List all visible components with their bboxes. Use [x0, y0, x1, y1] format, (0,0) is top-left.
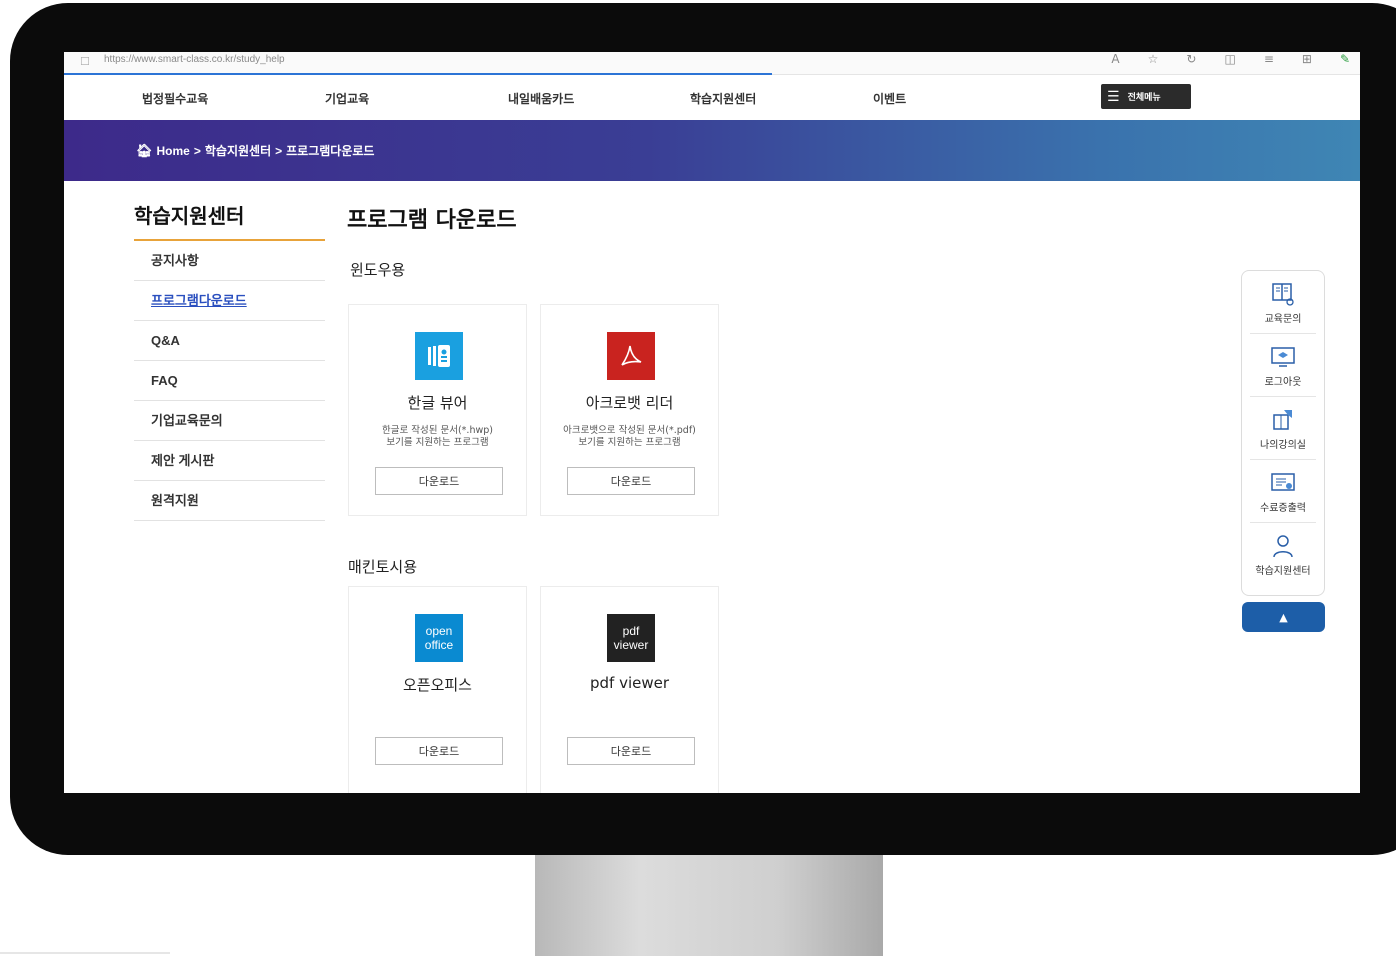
logo-text: viewer — [613, 638, 649, 652]
sidebar-item-qna[interactable]: Q&A — [134, 321, 325, 361]
sidebar-item-corporate-inquiry[interactable]: 기업교육문의 — [134, 401, 325, 441]
refresh-icon[interactable]: ↻ — [1186, 52, 1196, 66]
logo-text: open — [425, 624, 453, 638]
program-name: 아크로뱃 리더 — [585, 394, 674, 412]
program-name: 오픈오피스 — [402, 676, 472, 694]
section-title-mac: 매킨토시용 — [348, 558, 418, 576]
program-card-pdf-viewer: pdf viewer pdf viewer 다운로드 — [540, 586, 719, 793]
sub-banner: 🏠︎ Home > 학습지원센터 > 프로그램다운로드 — [64, 120, 1360, 181]
quick-item-my-classroom[interactable]: 나의강의실 — [1250, 397, 1316, 460]
logo-text: pdf — [622, 624, 640, 638]
person-icon — [1273, 535, 1293, 558]
quick-item-logout[interactable]: 로그아웃 — [1250, 334, 1316, 397]
gnb-item-support-center[interactable]: 학습지원센터 — [690, 90, 756, 107]
program-name: 한글 뷰어 — [407, 394, 468, 412]
floor-shadow — [0, 952, 170, 954]
gnb-item-legal-education[interactable]: 법정필수교육 — [142, 90, 208, 107]
program-description: 한글로 작성된 문서(*.hwp) 보기를 지원하는 프로그램 — [349, 425, 526, 449]
description-line: 아크로뱃으로 작성된 문서(*.pdf) — [563, 425, 696, 436]
description-line: 보기를 지원하는 프로그램 — [578, 437, 681, 448]
quick-item-education-inquiry[interactable]: 교육문의 — [1250, 271, 1316, 334]
breadcrumb-separator: > — [275, 143, 283, 158]
sidebar-item-notice[interactable]: 공지사항 — [134, 241, 325, 281]
quick-item-certificate[interactable]: 수료증출력 — [1250, 460, 1316, 523]
quick-item-label: 학습지원센터 — [1255, 566, 1311, 577]
browser-toolbar-icons: A ☆ ↻ ◫ ≡ ⊞ ✎ — [1111, 52, 1350, 66]
sidebar-item-program-download[interactable]: 프로그램다운로드 — [134, 281, 325, 321]
hwp-viewer-icon — [415, 332, 463, 380]
gnb-item-learning-card[interactable]: 내일배움카드 — [508, 90, 574, 107]
read-aloud-icon[interactable]: A — [1111, 52, 1119, 66]
quick-item-label: 수료증출력 — [1260, 503, 1306, 514]
split-screen-icon[interactable]: ◫ — [1224, 52, 1235, 66]
quick-menu: 교육문의 로그아웃 나의강의실 수료증출력 학습지원센터 — [1241, 270, 1325, 596]
favorite-star-icon[interactable]: ☆ — [1148, 52, 1159, 66]
openoffice-icon: open office — [415, 614, 463, 662]
quick-item-label: 로그아웃 — [1264, 377, 1302, 388]
page-icon: ☐ — [80, 55, 90, 68]
section-title-windows: 윈도우용 — [350, 261, 406, 279]
sidebar-item-remote-support[interactable]: 원격지원 — [134, 481, 325, 521]
breadcrumb-support-center[interactable]: 학습지원센터 — [205, 142, 271, 159]
description-line: 보기를 지원하는 프로그램 — [386, 437, 489, 448]
global-nav: 법정필수교육 기업교육 내일배움카드 학습지원센터 이벤트 ☰ 전체메뉴 — [64, 75, 1360, 120]
scroll-top-button[interactable]: ▲ — [1242, 602, 1325, 632]
sidebar-item-faq[interactable]: FAQ — [134, 361, 325, 401]
program-card-acrobat: 아크로뱃 리더 아크로뱃으로 작성된 문서(*.pdf) 보기를 지원하는 프로… — [540, 304, 719, 516]
certificate-icon — [1271, 473, 1295, 491]
program-name: pdf viewer — [589, 674, 670, 692]
all-menu-button[interactable]: ☰ 전체메뉴 — [1101, 84, 1191, 109]
program-card-hwp: 한글 뷰어 한글로 작성된 문서(*.hwp) 보기를 지원하는 프로그램 다운… — [348, 304, 527, 516]
download-button-pdf-viewer[interactable]: 다운로드 — [567, 737, 695, 765]
all-menu-label: 전체메뉴 — [1127, 93, 1161, 103]
puzzle-icon — [1273, 410, 1292, 430]
program-description: 아크로뱃으로 작성된 문서(*.pdf) 보기를 지원하는 프로그램 — [541, 425, 718, 449]
browser-address-bar[interactable]: ☐ https://www.smart-class.co.kr/study_he… — [64, 52, 1360, 75]
monitor-stand — [535, 850, 883, 956]
collections-icon[interactable]: ⊞ — [1302, 52, 1312, 66]
download-button-openoffice[interactable]: 다운로드 — [375, 737, 503, 765]
sidebar-title: 학습지원센터 — [134, 204, 245, 228]
logo-text: office — [424, 638, 454, 652]
download-button-hwp[interactable]: 다운로드 — [375, 467, 503, 495]
breadcrumb-separator: > — [193, 143, 201, 158]
monitor-graduation-icon — [1271, 347, 1295, 367]
home-icon[interactable]: 🏠︎ — [136, 143, 153, 159]
book-inquiry-icon — [1272, 283, 1294, 306]
sidebar-item-suggestion-board[interactable]: 제안 게시판 — [134, 441, 325, 481]
download-button-acrobat[interactable]: 다운로드 — [567, 467, 695, 495]
breadcrumb-home[interactable]: Home — [157, 144, 190, 158]
url-text[interactable]: https://www.smart-class.co.kr/study_help — [104, 54, 285, 65]
quick-item-support-center[interactable]: 학습지원센터 — [1250, 523, 1316, 585]
page-title: 프로그램 다운로드 — [347, 208, 517, 233]
quick-item-label: 나의강의실 — [1260, 440, 1306, 451]
breadcrumb-current: 프로그램다운로드 — [286, 144, 375, 158]
screen: ☐ https://www.smart-class.co.kr/study_he… — [64, 52, 1360, 793]
favorites-list-icon[interactable]: ≡ — [1264, 52, 1274, 66]
breadcrumb: 🏠︎ Home > 학습지원센터 > 프로그램다운로드 — [136, 142, 374, 159]
extension-icon[interactable]: ✎ — [1340, 52, 1350, 66]
quick-item-label: 교육문의 — [1264, 314, 1302, 325]
program-card-openoffice: open office 오픈오피스 다운로드 — [348, 586, 527, 793]
gnb-item-event[interactable]: 이벤트 — [873, 90, 906, 107]
description-line: 한글로 작성된 문서(*.hwp) — [382, 425, 493, 436]
acrobat-icon — [607, 332, 655, 380]
hamburger-icon: ☰ — [1107, 88, 1120, 105]
sidebar-menu: 공지사항 프로그램다운로드 Q&A FAQ 기업교육문의 제안 게시판 원격지원 — [134, 241, 325, 521]
gnb-item-corporate-education[interactable]: 기업교육 — [325, 90, 369, 107]
pdf-viewer-icon: pdf viewer — [607, 614, 655, 662]
